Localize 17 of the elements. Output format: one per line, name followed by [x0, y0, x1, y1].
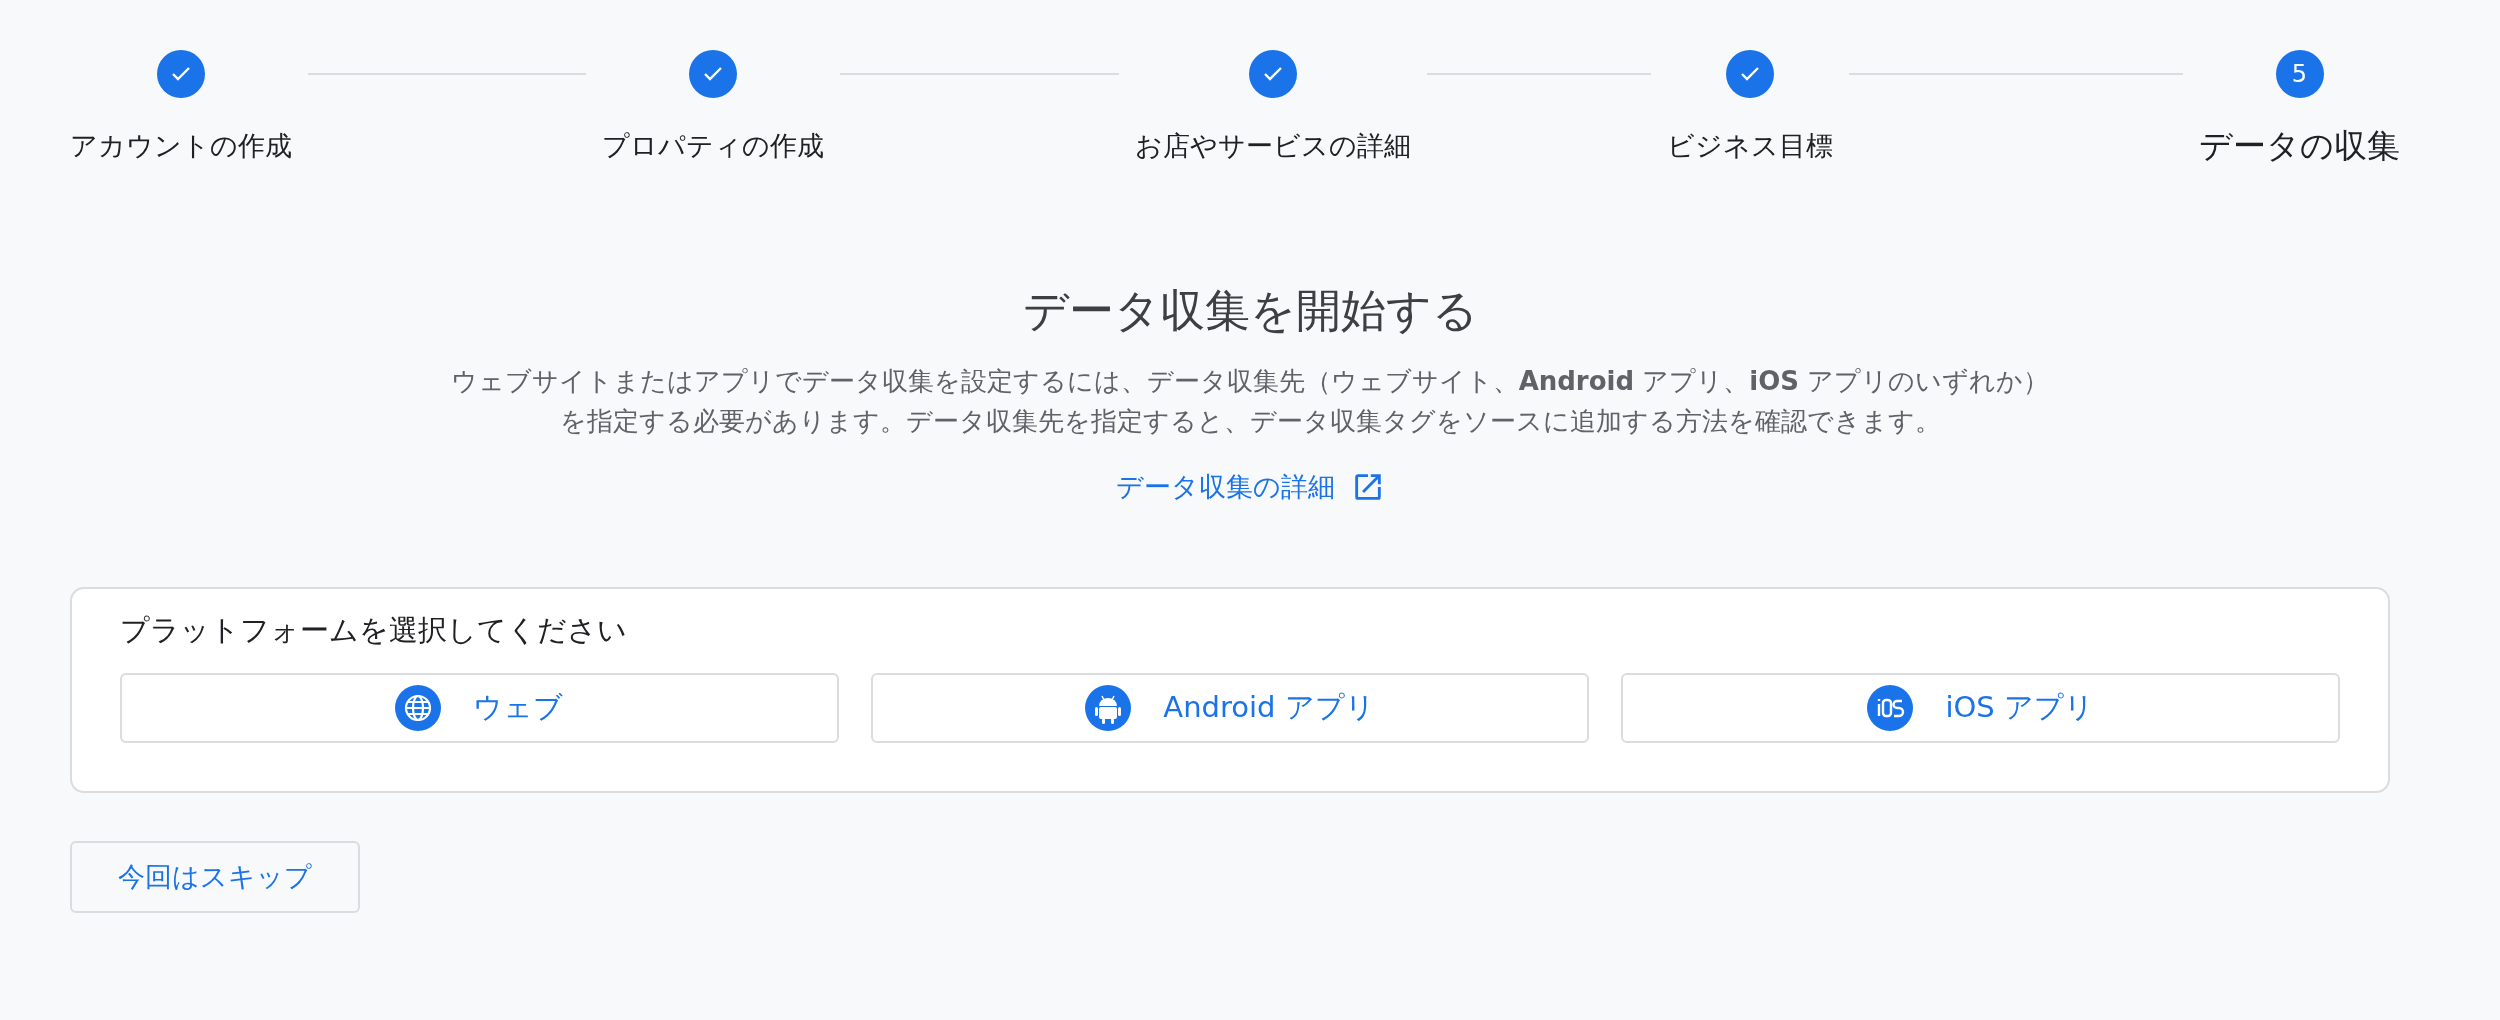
step-number: 5: [2275, 50, 2324, 98]
card-title: プラットフォームを選択してください: [120, 612, 628, 649]
ios-icon: [1867, 685, 1914, 731]
platform-button[interactable]: iOS アプリ: [1621, 673, 2340, 743]
skip-button[interactable]: 今回はスキップ: [70, 841, 360, 913]
platform-button[interactable]: ウェブ: [120, 673, 839, 743]
platform-button[interactable]: Android アプリ: [870, 673, 1590, 743]
learn-more-link[interactable]: データ収集の詳細: [1115, 469, 1385, 505]
step-label: プロパティの作成: [602, 129, 825, 163]
page-heading: データ収集を開始する: [1022, 283, 1478, 339]
description-text: ウェブサイトまたはアプリでデータ収集を設定するには、データ収集先（ウェブサイト、Android アプリ、iOS アプリのいずれか）を指定する必要があります。データ収集先を指定すると、データ収集タグをソースに追加する方法を確認できます。: [449, 365, 2051, 438]
step-label: お店やサービスの詳細: [1134, 129, 1411, 163]
step-label: データの収集: [2199, 125, 2400, 167]
step-label: ビジネス目標: [1666, 129, 1833, 163]
globe-icon: [395, 685, 442, 731]
step-label: アカウントの作成: [70, 129, 292, 163]
android-icon: [1085, 685, 1132, 731]
